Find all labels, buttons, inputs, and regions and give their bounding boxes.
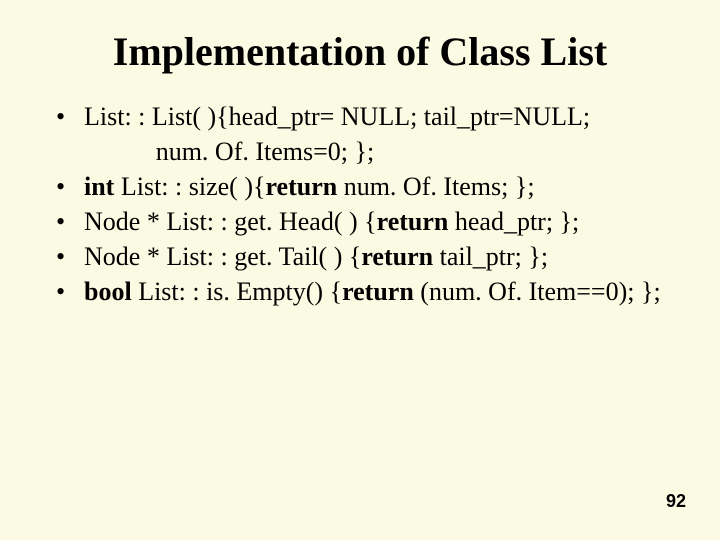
bullet-1: List: : List( ){head_ptr= NULL; tail_ptr…: [48, 99, 672, 134]
slide: Implementation of Class List List: : Lis…: [0, 0, 720, 540]
bullet-4: Node * List: : get. Tail( ) {return tail…: [48, 239, 672, 274]
bullet-5: bool List: : is. Empty() {return (num. O…: [48, 274, 672, 309]
bullet-1-line1: List: : List( ){head_ptr= NULL; tail_ptr…: [84, 102, 590, 131]
bullet-2-kw-int: int: [84, 172, 121, 201]
bullet-list: List: : List( ){head_ptr= NULL; tail_ptr…: [48, 99, 672, 310]
bullet-4-kw-return: return: [361, 242, 439, 271]
bullet-3-kw-return: return: [377, 207, 455, 236]
bullet-3: Node * List: : get. Head( ) {return head…: [48, 204, 672, 239]
bullet-3-pre: Node * List: : get. Head( ) {: [84, 207, 377, 236]
bullet-3-post: head_ptr; };: [455, 207, 579, 236]
slide-body: List: : List( ){head_ptr= NULL; tail_ptr…: [48, 99, 672, 310]
bullet-2: int List: : size( ){return num. Of. Item…: [48, 169, 672, 204]
bullet-4-pre: Node * List: : get. Tail( ) {: [84, 242, 361, 271]
bullet-5-mid: List: : is. Empty() {: [138, 277, 342, 306]
bullet-2-mid: List: : size( ){: [121, 172, 266, 201]
page-number: 92: [666, 491, 686, 512]
bullet-5-post: (num. Of. Item==0); };: [420, 277, 660, 306]
bullet-4-post: tail_ptr; };: [440, 242, 549, 271]
bullet-5-kw-return: return: [342, 277, 420, 306]
bullet-1-line2: num. Of. Items=0; };: [48, 134, 446, 169]
bullet-2-kw-return: return: [265, 172, 343, 201]
slide-title: Implementation of Class List: [48, 28, 672, 75]
bullet-2-post: num. Of. Items; };: [344, 172, 535, 201]
bullet-5-kw-bool: bool: [84, 277, 138, 306]
